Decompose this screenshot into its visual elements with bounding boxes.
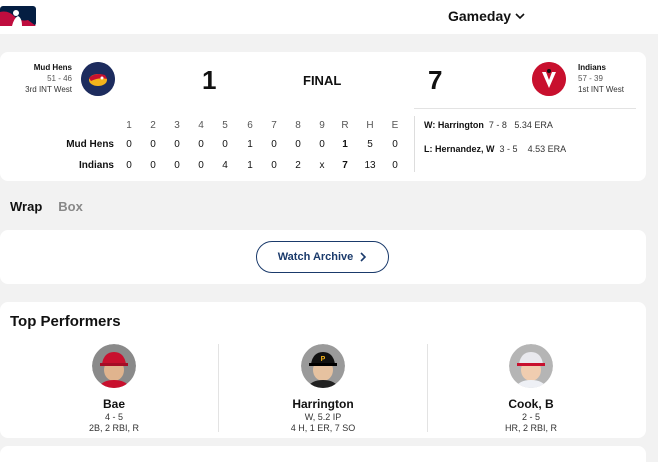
linescore-cell: 0 — [198, 139, 204, 150]
away-team-info: Mud Hens 51 - 46 3rd INT West — [22, 62, 72, 95]
watch-archive-label: Watch Archive — [277, 251, 354, 263]
linescore-cell: 9 — [319, 120, 325, 131]
linescore-cell: 0 — [126, 160, 132, 171]
linescore-cell: 0 — [174, 160, 180, 171]
game-status: FINAL — [303, 73, 342, 88]
linescore-cell: 0 — [222, 139, 228, 150]
loss-prefix: L: — [424, 144, 433, 154]
loss-pitcher-era: 4.53 ERA — [527, 144, 567, 154]
player-avatar-icon — [92, 344, 136, 388]
linescore-cell: 0 — [392, 160, 398, 171]
linescore-cell: 0 — [126, 139, 132, 150]
home-team-standing: 1st INT West — [578, 85, 624, 94]
linescore-home-label: Indians — [78, 160, 114, 171]
linescore-cell: H — [366, 120, 374, 131]
linescore-cell: 1 — [247, 160, 253, 171]
home-score: 7 — [428, 65, 443, 95]
linescore-cell: 1 — [342, 139, 348, 150]
linescore-cell: 0 — [174, 139, 180, 150]
linescore-cell: 0 — [198, 160, 204, 171]
tab-wrap[interactable]: Wrap — [10, 199, 42, 214]
performer-stat-detail: 2B, 2 RBI, R — [88, 423, 140, 433]
linescore-cell: 6 — [247, 120, 253, 131]
linescore-cell: 0 — [295, 139, 301, 150]
linescore-cell: 2 — [295, 160, 301, 171]
player-avatar-icon — [509, 344, 553, 388]
linescore-cell: 8 — [295, 120, 301, 131]
linescore-cell: 0 — [392, 139, 398, 150]
performer-stat-line: W, 5.2 IP — [304, 412, 342, 422]
loss-pitcher-name[interactable]: Hernandez, W — [435, 144, 495, 154]
loss-pitcher-record: 3 - 5 — [499, 144, 518, 154]
home-team-record: 57 - 39 — [578, 74, 603, 83]
win-pitcher-era: 5.34 ERA — [514, 120, 553, 130]
away-team-name: Mud Hens — [33, 63, 72, 72]
performer-name: Cook, B — [508, 397, 554, 411]
linescore-cell: 3 — [174, 120, 180, 131]
linescore-cell: R — [341, 120, 349, 131]
tab-box[interactable]: Box — [58, 199, 83, 214]
chevron-right-icon — [360, 252, 367, 262]
performer-stat-line: 2 - 5 — [521, 412, 540, 422]
linescore-cell: x — [319, 160, 325, 171]
scoreboard-card: Mud Hens 51 - 46 3rd INT West 1 FINAL 7 … — [0, 52, 646, 181]
performer-card[interactable]: Bae 4 - 5 2B, 2 RBI, R — [10, 342, 218, 433]
top-bar: Gameday — [0, 0, 658, 34]
performer-stat-line: 4 - 5 — [104, 412, 123, 422]
home-team-name: Indians — [578, 63, 607, 72]
linescore-cell: 13 — [364, 160, 376, 171]
top-performers-card: Top Performers Bae 4 - 5 2B, 2 RBI, R P … — [0, 302, 646, 438]
linescore-cell: 4 — [222, 160, 228, 171]
linescore-cell: 0 — [271, 139, 277, 150]
away-score: 1 — [202, 65, 217, 95]
performer-stat-detail: HR, 2 RBI, R — [504, 423, 557, 433]
linescore-cell: 0 — [150, 160, 156, 171]
home-team-info: Indians 57 - 39 1st INT West — [578, 62, 648, 95]
linescore-cell: 0 — [150, 139, 156, 150]
linescore-cell: 1 — [247, 139, 253, 150]
performer-name: Harrington — [292, 397, 354, 411]
linescore-cell: 1 — [126, 120, 132, 131]
winning-pitcher: W: Harrington 7 - 8 5.34 ERA — [424, 120, 553, 130]
mlb-logo-icon[interactable] — [0, 6, 36, 26]
gameday-menu[interactable]: Gameday — [448, 8, 525, 24]
next-section-card — [0, 446, 646, 462]
svg-text:P: P — [321, 356, 326, 363]
game-tabs: Wrap Box — [10, 199, 83, 214]
performer-stat-detail: 4 H, 1 ER, 7 SO — [290, 423, 356, 433]
performer-card[interactable]: P Harrington W, 5.2 IP 4 H, 1 ER, 7 SO — [219, 342, 427, 433]
indians-logo-icon[interactable] — [532, 62, 566, 96]
linescore-cell: 4 — [198, 120, 204, 131]
linescore-cell: 0 — [319, 139, 325, 150]
linescore-cell: 7 — [342, 160, 348, 171]
away-team-standing: 3rd INT West — [25, 85, 72, 94]
linescore-cell: 5 — [367, 139, 373, 150]
watch-archive-button[interactable]: Watch Archive — [256, 241, 389, 273]
win-pitcher-name[interactable]: Harrington — [438, 120, 484, 130]
gameday-label: Gameday — [448, 8, 512, 24]
performer-card[interactable]: Cook, B 2 - 5 HR, 2 RBI, R — [427, 342, 635, 433]
decisions-divider — [414, 116, 415, 172]
linescore-cell: E — [391, 120, 399, 131]
player-avatar-icon: P — [301, 344, 345, 388]
win-prefix: W: — [424, 120, 436, 130]
chevron-down-icon — [515, 13, 525, 20]
divider — [414, 108, 636, 109]
win-pitcher-record: 7 - 8 — [488, 120, 507, 130]
away-team-record: 51 - 46 — [47, 74, 72, 83]
archive-card: Watch Archive — [0, 230, 646, 284]
top-performers-title: Top Performers — [10, 313, 121, 330]
linescore-away-label: Mud Hens — [66, 139, 114, 150]
linescore-cell: 5 — [222, 120, 228, 131]
losing-pitcher: L: Hernandez, W 3 - 5 4.53 ERA — [424, 144, 566, 154]
mudhens-logo-icon[interactable] — [81, 62, 115, 96]
performer-name: Bae — [102, 397, 125, 411]
linescore-cell: 0 — [271, 160, 277, 171]
linescore-cell: 2 — [150, 120, 156, 131]
linescore-cell: 7 — [271, 120, 277, 131]
